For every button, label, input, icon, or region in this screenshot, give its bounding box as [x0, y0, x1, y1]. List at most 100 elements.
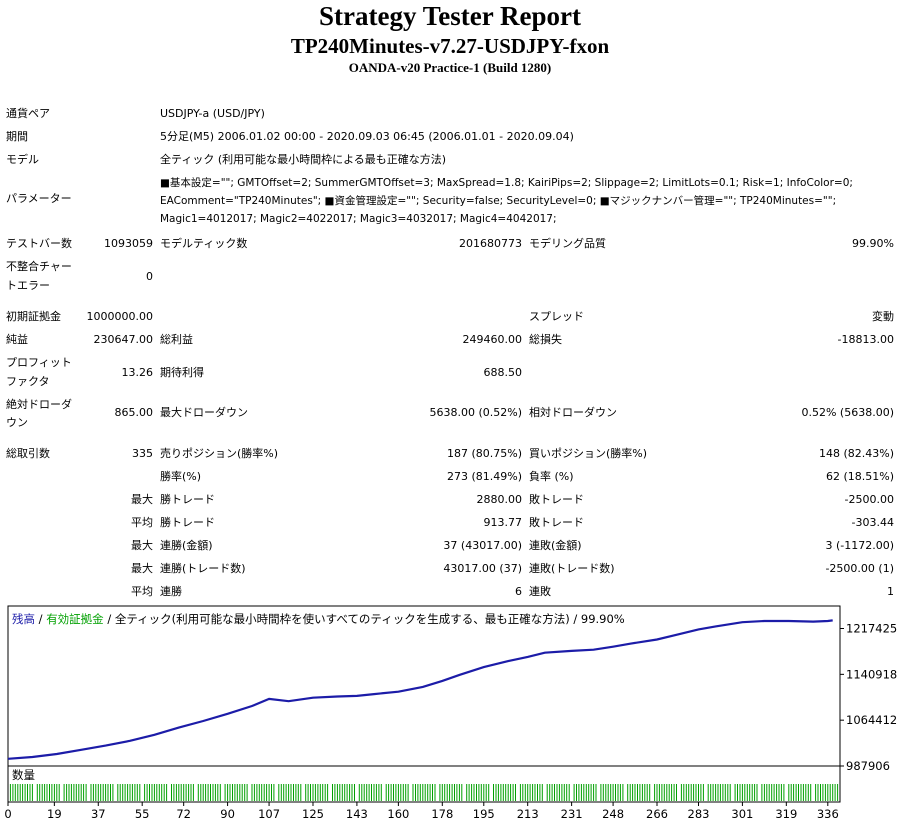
abs-drawdown-label-1: 絶対ドローダ	[6, 398, 72, 411]
x-tick-label: 195	[473, 807, 495, 821]
consec-win-amount-label: 連勝(金額)	[160, 539, 213, 552]
consec-win-amount-value: 37 (43017.00)	[443, 539, 522, 552]
loss-rate-label: 負率 (%)	[529, 470, 574, 483]
max-win-value: 2880.00	[476, 493, 523, 506]
ticks-label: モデルティック数	[160, 237, 248, 250]
max-win-label: 勝トレード	[160, 493, 215, 506]
balance-chart: 残高 / 有効証拠金 / 全ティック(利用可能な最小時間枠を使いすべてのティック…	[4, 605, 897, 821]
x-axis: 0 19 37 55 72 90 107 125 143 160 178 195 213 231 248 26…	[4, 802, 839, 821]
x-tick-label: 125	[302, 807, 324, 821]
deposit-label: 初期証拠金	[6, 310, 61, 323]
x-tick-label: 231	[561, 807, 583, 821]
net-profit-value: 230647.00	[93, 333, 154, 346]
gross-loss-label: 総損失	[529, 333, 562, 346]
short-positions-label: 売りポジション(勝率%)	[160, 447, 279, 460]
x-tick-label: 319	[775, 807, 797, 821]
max-word-3: 最大	[131, 562, 153, 575]
win-rate-label: 勝率(%)	[160, 470, 202, 483]
long-positions-value: 148 (82.43%)	[818, 447, 894, 460]
profit-factor-label-1: プロフィット	[6, 356, 72, 369]
gross-loss-value: -18813.00	[837, 333, 894, 346]
model-value: 全ティック (利用可能な最小時間枠による最も正確な方法)	[160, 153, 447, 166]
bars-label: テストバー数	[6, 237, 72, 250]
x-tick-label: 248	[602, 807, 624, 821]
y-tick-label: 1217425	[846, 622, 897, 636]
x-tick-label: 90	[220, 807, 235, 821]
win-rate-value: 273 (81.49%)	[446, 470, 522, 483]
deposit-value: 1000000.00	[86, 310, 153, 323]
report-subtitle: TP240Minutes-v7.27-USDJPY-fxon	[290, 34, 610, 58]
total-trades-label: 総取引数	[6, 447, 50, 460]
rel-drawdown-value: 0.52% (5638.00)	[801, 406, 894, 419]
consec-loss-count-label: 連敗(トレード数)	[529, 562, 615, 575]
y-tick-label: 1140918	[846, 667, 897, 681]
avg-word-2: 平均	[131, 585, 153, 598]
mismatch-label-2: トエラー	[6, 279, 50, 292]
legend-balance: 残高	[12, 612, 35, 626]
chart-legend: 残高 / 有効証拠金 / 全ティック(利用可能な最小時間枠を使いすべてのティック…	[12, 612, 625, 626]
spread-value: 変動	[872, 310, 894, 323]
gross-profit-value: 249460.00	[462, 333, 523, 346]
legend-equity: 有効証拠金	[46, 612, 104, 626]
x-tick-label: 143	[346, 807, 368, 821]
avg-consec-win-value: 6	[515, 585, 522, 598]
max-word-1: 最大	[131, 493, 153, 506]
legend-description: 全ティック(利用可能な最小時間枠を使いすべてのティックを生成する、最も正確な方法…	[115, 612, 625, 626]
avg-word-1: 平均	[131, 516, 153, 529]
max-word-2: 最大	[131, 539, 153, 552]
legend-separator-1: /	[35, 612, 46, 626]
x-tick-label: 178	[431, 807, 453, 821]
expected-payoff-label: 期待利得	[160, 366, 204, 379]
x-tick-label: 19	[47, 807, 62, 821]
mismatch-value: 0	[146, 270, 153, 283]
period-label: 期間	[6, 130, 28, 143]
x-tick-label: 160	[387, 807, 409, 821]
max-loss-label: 敗トレード	[529, 493, 584, 506]
avg-consec-loss-value: 1	[887, 585, 894, 598]
quality-value: 99.90%	[852, 237, 894, 250]
profit-factor-label-2: ファクタ	[6, 375, 50, 388]
x-tick-label: 55	[135, 807, 150, 821]
loss-rate-value: 62 (18.51%)	[825, 470, 894, 483]
period-value: 5分足(M5) 2006.01.02 00:00 - 2020.09.03 06…	[160, 130, 574, 143]
report-build: OANDA-v20 Practice-1 (Build 1280)	[348, 60, 552, 75]
params-label: パラメーター	[6, 192, 72, 205]
avg-consec-loss-label: 連敗	[529, 585, 551, 598]
max-drawdown-value: 5638.00 (0.52%)	[429, 406, 522, 419]
net-profit-label: 純益	[6, 333, 28, 346]
legend-separator-2: /	[104, 612, 115, 626]
short-positions-value: 187 (80.75%)	[446, 447, 522, 460]
spread-label: スプレッド	[529, 310, 584, 323]
long-positions-label: 買いポジション(勝率%)	[529, 447, 648, 460]
x-tick-label: 213	[517, 807, 539, 821]
consec-loss-count-value: -2500.00 (1)	[825, 562, 894, 575]
consec-win-count-value: 43017.00 (37)	[443, 562, 522, 575]
pair-label: 通貨ペア	[6, 107, 50, 120]
params-line-3: Magic1=4012017; Magic2=4022017; Magic3=4…	[160, 213, 557, 225]
avg-consec-win-label: 連勝	[160, 585, 182, 598]
avg-win-label: 勝トレード	[160, 516, 215, 529]
avg-win-value: 913.77	[483, 516, 523, 529]
ticks-value: 201680773	[459, 237, 522, 250]
max-drawdown-label: 最大ドローダウン	[160, 406, 248, 419]
report-title: Strategy Tester Report	[319, 1, 581, 31]
gross-profit-label: 総利益	[160, 333, 193, 346]
consec-loss-amount-label: 連敗(金額)	[529, 539, 582, 552]
x-tick-label: 0	[4, 807, 11, 821]
profit-factor-value: 13.26	[121, 366, 154, 379]
avg-loss-value: -303.44	[851, 516, 894, 529]
x-tick-label: 37	[91, 807, 106, 821]
x-tick-label: 107	[258, 807, 280, 821]
consec-win-count-label: 連勝(トレード数)	[160, 562, 246, 575]
y-axis: 1217425 1140918 1064412 987906	[840, 622, 897, 773]
max-loss-value: -2500.00	[844, 493, 894, 506]
rel-drawdown-label: 相対ドローダウン	[529, 406, 617, 419]
mismatch-label-1: 不整合チャー	[6, 260, 72, 273]
quality-label: モデリング品質	[529, 237, 606, 250]
x-tick-label: 336	[817, 807, 839, 821]
y-tick-label: 1064412	[846, 713, 897, 727]
x-tick-label: 283	[688, 807, 710, 821]
x-tick-label: 266	[646, 807, 668, 821]
params-line-1: ■基本設定=""; GMTOffset=2; SummerGMTOffset=3…	[160, 177, 853, 189]
volume-label: 数量	[12, 768, 35, 782]
